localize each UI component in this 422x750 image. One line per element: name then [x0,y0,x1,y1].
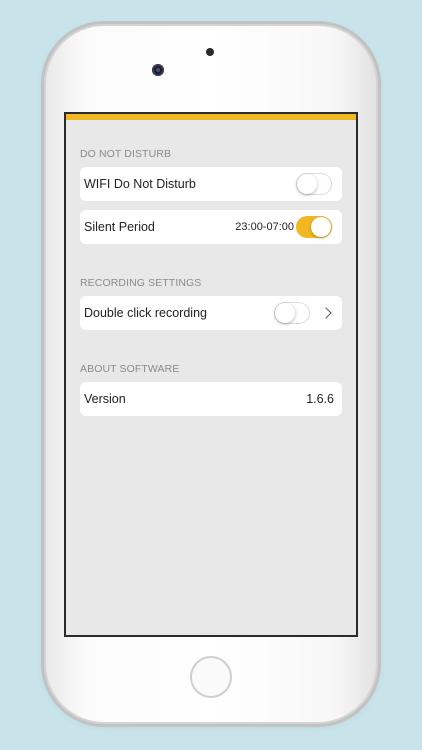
double-click-recording-toggle[interactable] [274,302,310,324]
speaker-icon [206,48,214,56]
home-button[interactable] [190,656,232,698]
settings-screen: DO NOT DISTURB WIFI Do Not Disturb Silen… [66,114,356,635]
camera-icon [152,64,164,76]
wifi-do-not-disturb-row[interactable]: WIFI Do Not Disturb [80,167,342,201]
silent-switch [41,110,45,136]
version-value: 1.6.6 [306,392,334,406]
chevron-right-icon[interactable] [320,307,332,319]
version-label: Version [84,392,126,406]
power-button [377,168,381,214]
volume-up-button [41,162,45,208]
volume-down-button [41,220,45,266]
toggle-knob [275,303,295,323]
version-row: Version 1.6.6 [80,382,342,416]
double-click-recording-label: Double click recording [84,306,207,320]
wifi-do-not-disturb-toggle[interactable] [296,173,332,195]
silent-period-value: 23:00-07:00 [235,221,294,233]
section-header-recording-settings: RECORDING SETTINGS [80,277,202,289]
device-screen: DO NOT DISTURB WIFI Do Not Disturb Silen… [64,112,358,637]
toggle-knob [311,217,331,237]
wifi-do-not-disturb-label: WIFI Do Not Disturb [84,177,196,191]
silent-period-toggle[interactable] [296,216,332,238]
toggle-knob [297,174,317,194]
section-header-about-software: ABOUT SOFTWARE [80,363,180,375]
accent-bar [66,114,356,120]
silent-period-label: Silent Period [84,220,155,234]
section-header-do-not-disturb: DO NOT DISTURB [80,148,172,160]
silent-period-row[interactable]: Silent Period 23:00-07:00 [80,210,342,244]
double-click-recording-row[interactable]: Double click recording [80,296,342,330]
